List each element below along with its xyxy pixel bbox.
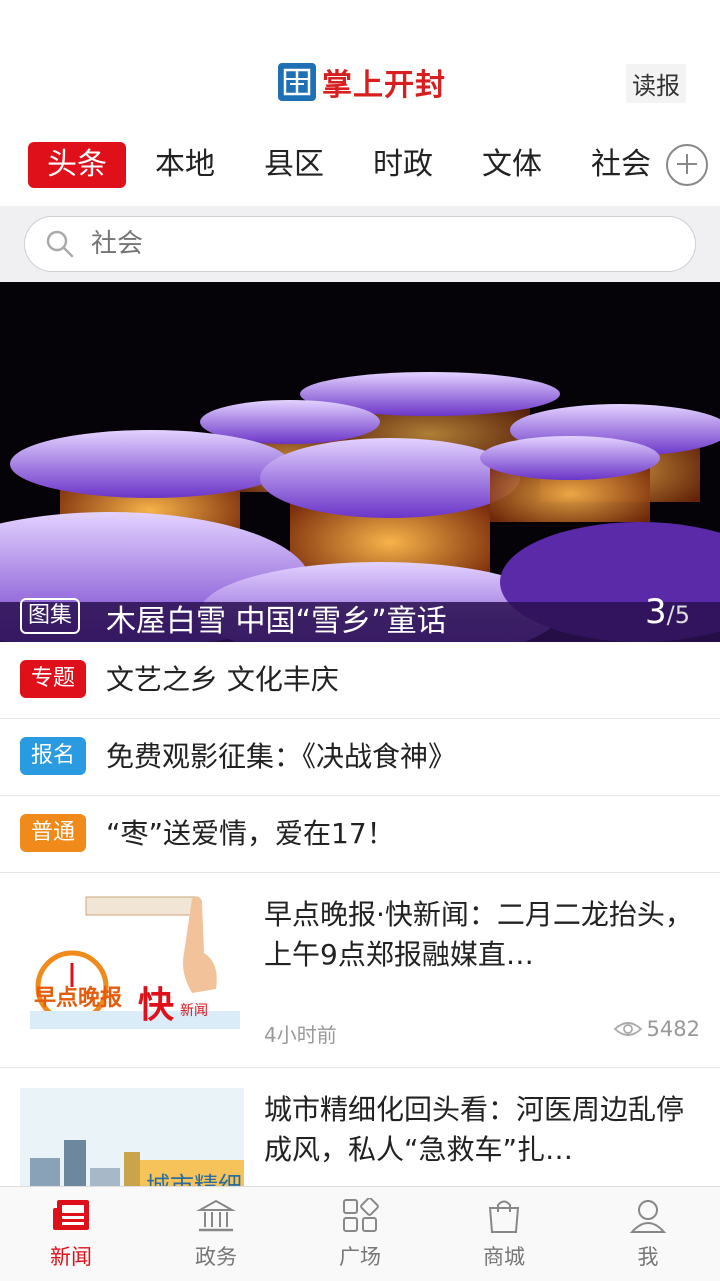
- banner-page-total: /5: [666, 601, 690, 629]
- banner-page-current: 3: [645, 592, 667, 632]
- news-item[interactable]: 城市精细 城市精细化回头看：河医周边乱停成风，私人“急救车”扎…: [0, 1068, 720, 1186]
- user-icon: [598, 1195, 698, 1237]
- topic-badge: 报名: [20, 737, 86, 775]
- tab-local[interactable]: 本地: [155, 142, 215, 188]
- news-thumbnail: 城市精细: [20, 1088, 244, 1186]
- topic-title: 文艺之乡 文化丰庆: [106, 663, 339, 696]
- nav-me-label: 我: [637, 1245, 659, 1269]
- news-title: 城市精细化回头看：河医周边乱停成风，私人“急救车”扎…: [264, 1093, 685, 1166]
- topic-title: “枣”送爱情，爱在17！: [106, 817, 395, 850]
- topic-badge: 专题: [20, 660, 86, 698]
- nav-news-label: 新闻: [50, 1245, 92, 1269]
- eye-icon: [613, 1022, 642, 1036]
- thumb-text-news: 新闻: [180, 1003, 208, 1019]
- news-view-count: 5482: [646, 1017, 700, 1041]
- nav-mall-label: 商城: [483, 1245, 525, 1269]
- topic-row[interactable]: 报名 免费观影征集：《决战食神》: [0, 719, 720, 796]
- news-time: 4小时前: [264, 1023, 337, 1047]
- nav-square[interactable]: 广场: [310, 1195, 410, 1271]
- topic-title: 免费观影征集：《决战食神》: [106, 740, 457, 773]
- search-input[interactable]: [89, 225, 673, 263]
- government-building-icon: [166, 1195, 266, 1237]
- search-box[interactable]: [24, 216, 696, 272]
- shopping-bag-icon: [454, 1195, 554, 1237]
- tab-culture-sports[interactable]: 文体: [482, 142, 542, 188]
- thumb-text-fast: 快: [138, 985, 175, 1026]
- search-area: [0, 206, 720, 282]
- topic-badge: 普通: [20, 814, 86, 852]
- news-title: 早点晚报·快新闻：二月二龙抬头，上午9点郑报融媒直…: [264, 898, 693, 971]
- snow-village-photo: [0, 282, 720, 642]
- banner-carousel[interactable]: [0, 282, 720, 642]
- read-paper-button[interactable]: 读报: [626, 64, 686, 103]
- app-title: 掌上开封: [322, 68, 446, 103]
- search-icon: [46, 230, 74, 258]
- kaifeng-logo-icon: [278, 63, 316, 101]
- nav-government[interactable]: 政务: [166, 1195, 266, 1271]
- news-views: 5482: [613, 1017, 700, 1041]
- thumb-text-city: 城市精细: [146, 1172, 242, 1186]
- nav-square-label: 广场: [339, 1245, 381, 1269]
- nav-me[interactable]: 我: [598, 1195, 698, 1271]
- tab-headlines[interactable]: 头条: [28, 142, 126, 188]
- nav-government-label: 政务: [195, 1245, 237, 1269]
- banner-tag: 图集: [20, 598, 81, 634]
- topic-row[interactable]: 普通 “枣”送爱情，爱在17！: [0, 796, 720, 873]
- bottom-navigation: 新闻 政务 广场 商城 我: [0, 1186, 720, 1281]
- add-channel-icon[interactable]: [666, 144, 708, 186]
- banner-page-indicator: 3/5: [645, 592, 690, 632]
- newspaper-icon: [21, 1195, 121, 1237]
- app-header: 掌上开封 读报: [0, 0, 720, 123]
- topic-row[interactable]: 专题 文艺之乡 文化丰庆: [0, 642, 720, 719]
- banner-title[interactable]: 木屋白雪 中国“雪乡”童话: [106, 596, 447, 640]
- tab-society[interactable]: 社会: [591, 142, 651, 188]
- thumb-text-main: 早点晚报: [34, 985, 122, 1011]
- grid-apps-icon: [310, 1195, 410, 1237]
- news-item[interactable]: 早点晚报 快 新闻 早点晚报·快新闻：二月二龙抬头，上午9点郑报融媒直… 4小时…: [0, 873, 720, 1068]
- tab-politics[interactable]: 时政: [373, 142, 433, 188]
- category-tabs: 头条 本地 县区 时政 文体 社会: [0, 122, 720, 206]
- news-thumbnail: 早点晚报 快 新闻: [20, 893, 244, 1043]
- tab-county[interactable]: 县区: [264, 142, 324, 188]
- nav-mall[interactable]: 商城: [454, 1195, 554, 1271]
- app-logo: 掌上开封: [278, 60, 446, 104]
- nav-news[interactable]: 新闻: [21, 1195, 121, 1271]
